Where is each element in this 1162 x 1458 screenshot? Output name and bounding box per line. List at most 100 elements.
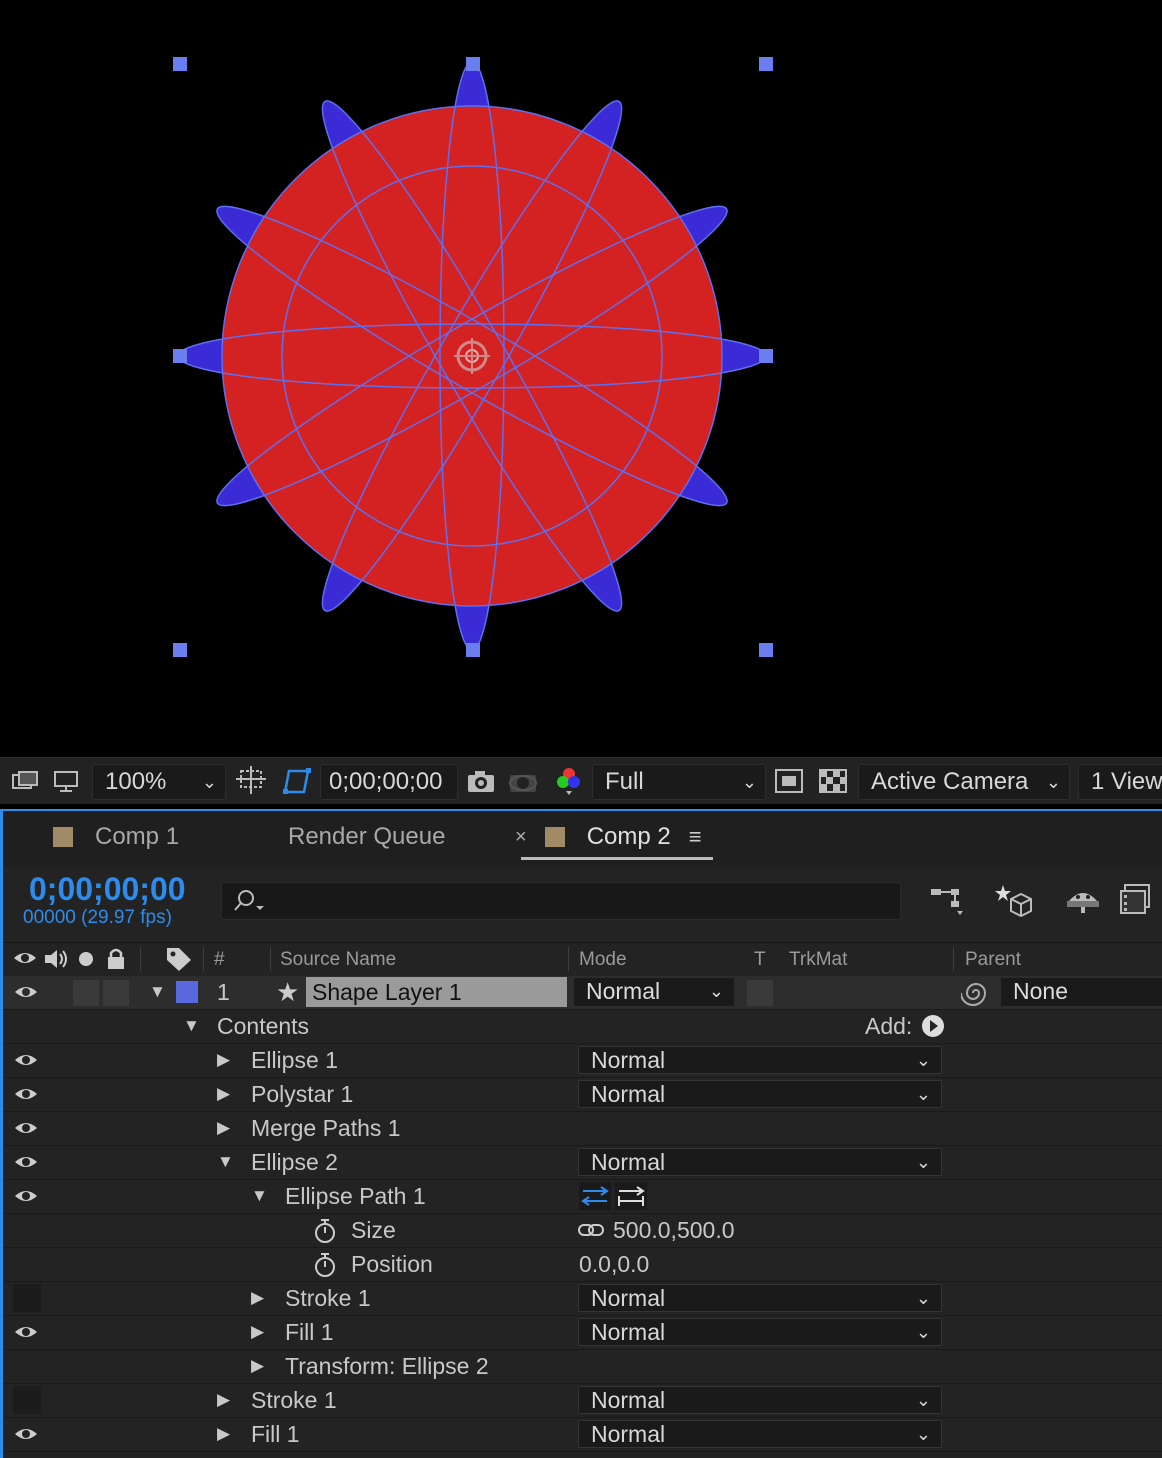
- expand-triangle-icon[interactable]: ▶: [217, 1118, 230, 1138]
- current-time-display[interactable]: 0;00;00;00: [320, 764, 458, 800]
- eye-icon[interactable]: [14, 1188, 38, 1204]
- eye-toggle-off[interactable]: [13, 1386, 41, 1414]
- frame-blending-icon[interactable]: [1119, 883, 1153, 922]
- property-row-ellipse-path-1[interactable]: ▼ Ellipse Path 1: [3, 1180, 1162, 1214]
- column-source-name[interactable]: Source Name: [280, 949, 396, 971]
- lock-header-icon[interactable]: [106, 947, 126, 977]
- position-value[interactable]: 0.0,0.0: [579, 1251, 649, 1278]
- path-direction-reversed-icon[interactable]: [615, 1182, 647, 1215]
- eye-icon[interactable]: [14, 1120, 38, 1136]
- constrain-proportions-link-icon[interactable]: [577, 1220, 605, 1245]
- property-row-fill-1-outer[interactable]: ▶ Fill 1 Normal ⌄: [3, 1418, 1162, 1452]
- lock-toggle[interactable]: [103, 980, 129, 1006]
- camera-view-dropdown[interactable]: Active Camera ⌄: [858, 764, 1070, 800]
- show-snapshot-icon[interactable]: [508, 764, 538, 798]
- collapse-triangle-icon[interactable]: ▼: [149, 982, 166, 1002]
- preserve-transparency-toggle[interactable]: [747, 980, 773, 1006]
- zoom-dropdown[interactable]: 100% ⌄: [92, 764, 226, 800]
- monitor-icon[interactable]: [52, 764, 82, 798]
- layer-mode-dropdown[interactable]: Normal ⌄: [574, 978, 734, 1006]
- eye-icon[interactable]: [14, 1154, 38, 1170]
- label-tag-icon[interactable]: [165, 946, 193, 978]
- blend-mode-dropdown[interactable]: Normal ⌄: [578, 1080, 942, 1108]
- contents-row[interactable]: ▼ Contents Add:: [3, 1010, 1162, 1044]
- blend-mode-dropdown[interactable]: Normal ⌄: [578, 1386, 942, 1414]
- tab-render-queue[interactable]: Render Queue: [288, 823, 445, 851]
- property-row-fill-1[interactable]: ▶ Fill 1 Normal ⌄: [3, 1316, 1162, 1350]
- audio-switch-header-icon[interactable]: [43, 948, 69, 976]
- expand-triangle-icon[interactable]: ▶: [217, 1390, 230, 1410]
- expand-triangle-icon[interactable]: ▶: [251, 1288, 264, 1308]
- view-layout-dropdown[interactable]: 1 View: [1078, 764, 1162, 800]
- transform-handle[interactable]: [173, 349, 187, 363]
- eye-icon[interactable]: [14, 1426, 38, 1442]
- expand-triangle-icon[interactable]: ▶: [217, 1050, 230, 1070]
- collapse-triangle-icon[interactable]: ▼: [217, 1152, 234, 1172]
- transform-handle[interactable]: [466, 57, 480, 71]
- eye-icon[interactable]: [14, 1052, 38, 1068]
- solo-header-icon[interactable]: [78, 951, 94, 973]
- composition-viewer[interactable]: [0, 0, 1162, 757]
- eye-icon[interactable]: [14, 984, 38, 1000]
- tab-comp-2[interactable]: × Comp 2 ≡: [515, 823, 702, 851]
- property-row-transform-ellipse-2[interactable]: ▶ Transform: Ellipse 2: [3, 1350, 1162, 1384]
- channel-rgb-icon[interactable]: [554, 764, 584, 798]
- composition-canvas[interactable]: [0, 0, 1162, 757]
- video-switch-header-icon[interactable]: [13, 948, 37, 974]
- property-row-size[interactable]: Size 500.0,500.0: [3, 1214, 1162, 1248]
- layer-label-color[interactable]: [176, 981, 198, 1003]
- fast-previews-icon[interactable]: [774, 764, 804, 798]
- property-row-polystar-1[interactable]: ▶ Polystar 1 Normal ⌄: [3, 1078, 1162, 1112]
- path-direction-default-icon[interactable]: [579, 1182, 611, 1215]
- collapse-triangle-icon[interactable]: ▼: [183, 1016, 200, 1036]
- region-of-interest-icon[interactable]: [236, 764, 266, 798]
- blend-mode-dropdown[interactable]: Normal ⌄: [578, 1318, 942, 1346]
- transform-handle[interactable]: [173, 57, 187, 71]
- expand-triangle-icon[interactable]: ▶: [251, 1322, 264, 1342]
- layer-search-input[interactable]: [221, 882, 901, 920]
- transform-handle[interactable]: [466, 643, 480, 657]
- pick-whip-icon[interactable]: [960, 979, 991, 1012]
- transform-handle[interactable]: [759, 349, 773, 363]
- size-value[interactable]: 500.0,500.0: [613, 1217, 735, 1244]
- draft-3d-icon[interactable]: [995, 881, 1035, 922]
- stopwatch-icon[interactable]: [313, 1252, 337, 1283]
- expand-triangle-icon[interactable]: ▶: [251, 1356, 264, 1376]
- tab-comp-1[interactable]: Comp 1: [53, 823, 179, 851]
- transform-handle[interactable]: [173, 643, 187, 657]
- panel-menu-icon[interactable]: ≡: [689, 824, 702, 850]
- parent-dropdown[interactable]: None: [1001, 978, 1162, 1006]
- solo-toggle[interactable]: [73, 980, 99, 1006]
- composition-flowchart-icon[interactable]: [929, 885, 965, 922]
- snapshot-camera-icon[interactable]: [466, 764, 496, 798]
- property-row-position[interactable]: Position 0.0,0.0: [3, 1248, 1162, 1282]
- eye-icon[interactable]: [14, 1324, 38, 1340]
- expand-triangle-icon[interactable]: ▶: [217, 1084, 230, 1104]
- layer-name-field[interactable]: Shape Layer 1: [306, 977, 567, 1007]
- transparency-grid-icon[interactable]: [818, 764, 848, 798]
- layer-row[interactable]: ▼ 1 ★ Shape Layer 1 Normal ⌄ None: [3, 976, 1162, 1010]
- shy-layers-icon[interactable]: [1065, 885, 1101, 920]
- close-tab-icon[interactable]: ×: [515, 826, 527, 849]
- collapse-triangle-icon[interactable]: ▼: [251, 1186, 268, 1206]
- blend-mode-dropdown[interactable]: Normal ⌄: [578, 1046, 942, 1074]
- stopwatch-icon[interactable]: [313, 1218, 337, 1249]
- expand-triangle-icon[interactable]: ▶: [217, 1424, 230, 1444]
- property-row-stroke-1[interactable]: ▶ Stroke 1 Normal ⌄: [3, 1282, 1162, 1316]
- resolution-dropdown[interactable]: Full ⌄: [592, 764, 766, 800]
- property-row-ellipse-1[interactable]: ▶ Ellipse 1 Normal ⌄: [3, 1044, 1162, 1078]
- add-menu-play-icon[interactable]: [921, 1014, 945, 1043]
- property-row-stroke-1-outer[interactable]: ▶ Stroke 1 Normal ⌄: [3, 1384, 1162, 1418]
- eye-toggle-off[interactable]: [13, 1284, 41, 1312]
- property-row-ellipse-2[interactable]: ▼ Ellipse 2 Normal ⌄: [3, 1146, 1162, 1180]
- transform-handle[interactable]: [759, 643, 773, 657]
- property-row-merge-paths-1[interactable]: ▶ Merge Paths 1: [3, 1112, 1162, 1146]
- current-time[interactable]: 0;00;00;00: [29, 871, 186, 908]
- always-preview-icon[interactable]: [10, 764, 40, 798]
- transform-handle[interactable]: [759, 57, 773, 71]
- blend-mode-dropdown[interactable]: Normal ⌄: [578, 1420, 942, 1448]
- blend-mode-dropdown[interactable]: Normal ⌄: [578, 1284, 942, 1312]
- eye-icon[interactable]: [14, 1086, 38, 1102]
- mask-path-visibility-icon[interactable]: [280, 764, 312, 798]
- blend-mode-dropdown[interactable]: Normal ⌄: [578, 1148, 942, 1176]
